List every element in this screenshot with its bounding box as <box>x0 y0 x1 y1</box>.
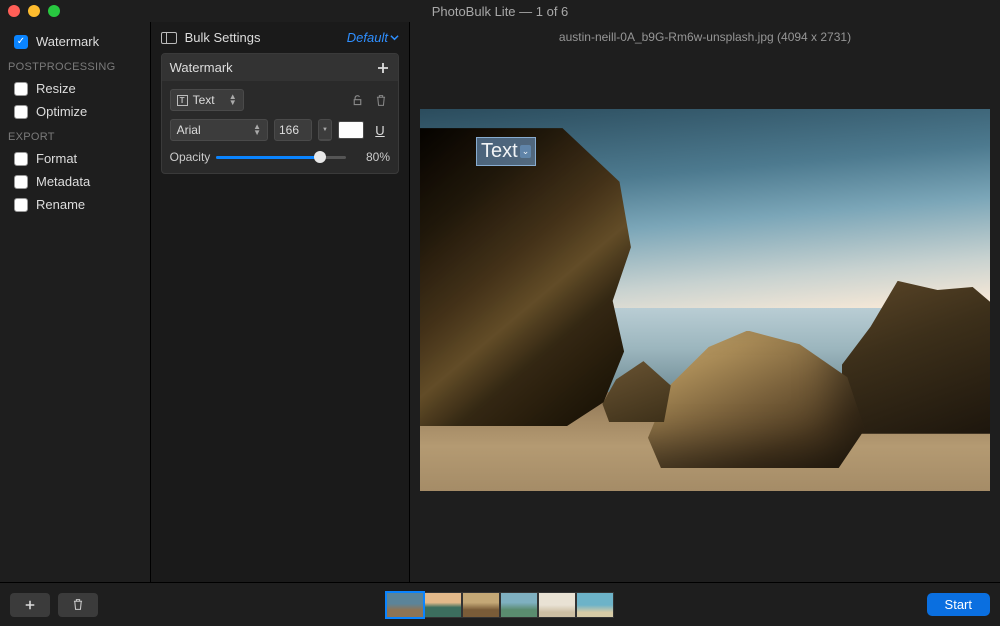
watermark-type-select[interactable]: T Text ▲▼ <box>170 89 244 111</box>
add-watermark-button[interactable] <box>376 61 390 75</box>
font-value: Arial <box>177 123 201 137</box>
checkbox-rename[interactable] <box>14 198 28 212</box>
watermark-text: Text <box>481 140 518 163</box>
lock-button[interactable] <box>348 91 366 109</box>
sidebar-label: Resize <box>36 81 76 96</box>
bottombar: Start <box>0 582 1000 626</box>
sidebar-label: Format <box>36 151 77 166</box>
opacity-slider[interactable] <box>216 149 346 165</box>
sidebar-item-optimize[interactable]: Optimize <box>0 100 150 123</box>
sidebar-item-watermark[interactable]: ✓ Watermark <box>0 30 150 53</box>
remove-images-button[interactable] <box>58 593 98 617</box>
sidebar-label: Watermark <box>36 34 99 49</box>
trash-icon <box>72 598 84 611</box>
sidebar-item-format[interactable]: Format <box>0 147 150 170</box>
thumbnail[interactable] <box>500 592 538 618</box>
titlebar: PhotoBulk Lite — 1 of 6 <box>0 0 1000 22</box>
start-label: Start <box>945 597 972 612</box>
chevron-down-icon: ▼ <box>319 120 331 140</box>
sidebar-item-metadata[interactable]: Metadata <box>0 170 150 193</box>
font-size-input[interactable]: 166 <box>274 119 312 141</box>
checkbox-format[interactable] <box>14 152 28 166</box>
close-window-button[interactable] <box>8 5 20 17</box>
thumbnail[interactable] <box>462 592 500 618</box>
thumbnail-strip <box>386 592 614 618</box>
slider-thumb[interactable] <box>314 151 326 163</box>
sidebar-label: Optimize <box>36 104 87 119</box>
chevron-down-icon <box>390 33 399 42</box>
plus-icon <box>24 599 36 611</box>
fullscreen-window-button[interactable] <box>48 5 60 17</box>
preset-label: Default <box>347 30 388 45</box>
color-swatch[interactable] <box>338 121 364 139</box>
checkbox-watermark[interactable]: ✓ <box>14 35 28 49</box>
preview-canvas[interactable]: Text ⌄ <box>420 109 990 491</box>
sidebar-item-resize[interactable]: Resize <box>0 77 150 100</box>
sidebar-heading-postprocessing: POSTPROCESSING <box>0 53 150 77</box>
delete-watermark-button[interactable] <box>372 91 390 109</box>
bulk-settings-label: Bulk Settings <box>185 30 261 45</box>
sidebar-label: Metadata <box>36 174 90 189</box>
checkbox-optimize[interactable] <box>14 105 28 119</box>
sidebar: ✓ Watermark POSTPROCESSING Resize Optimi… <box>0 22 150 582</box>
opacity-value: 80% <box>352 150 390 164</box>
plus-icon <box>376 61 390 75</box>
settings-pane: Bulk Settings Default Watermark <box>150 22 410 582</box>
font-select[interactable]: Arial ▲▼ <box>170 119 268 141</box>
minimize-window-button[interactable] <box>28 5 40 17</box>
updown-caret-icon: ▲▼ <box>229 94 237 106</box>
chevron-down-icon[interactable]: ⌄ <box>520 145 532 158</box>
thumbnail[interactable] <box>538 592 576 618</box>
add-images-button[interactable] <box>10 593 50 617</box>
font-size-stepper[interactable]: ▼ <box>318 119 332 141</box>
unlock-icon <box>351 94 364 107</box>
watermark-overlay[interactable]: Text ⌄ <box>476 137 536 166</box>
checkbox-resize[interactable] <box>14 82 28 96</box>
type-label: Text <box>193 93 215 107</box>
window-title: PhotoBulk Lite — 1 of 6 <box>0 4 1000 19</box>
preset-dropdown[interactable]: Default <box>347 30 399 45</box>
trash-icon <box>375 94 387 107</box>
start-button[interactable]: Start <box>927 593 990 616</box>
updown-caret-icon: ▲▼ <box>253 124 261 136</box>
opacity-label: Opacity <box>170 150 211 164</box>
watermark-panel: Watermark T Text ▲▼ <box>161 53 399 174</box>
panel-layout-icon <box>161 32 177 44</box>
sidebar-item-rename[interactable]: Rename <box>0 193 150 216</box>
file-name-label: austin-neill-0A_b9G-Rm6w-unsplash.jpg (4… <box>410 22 1000 48</box>
sidebar-heading-export: EXPORT <box>0 123 150 147</box>
watermark-panel-title: Watermark <box>170 60 233 75</box>
checkbox-metadata[interactable] <box>14 175 28 189</box>
text-type-icon: T <box>177 95 188 106</box>
sidebar-label: Rename <box>36 197 85 212</box>
thumbnail[interactable] <box>576 592 614 618</box>
thumbnail[interactable] <box>386 592 424 618</box>
preview-pane: austin-neill-0A_b9G-Rm6w-unsplash.jpg (4… <box>410 22 1000 582</box>
thumbnail[interactable] <box>424 592 462 618</box>
underline-button[interactable]: U <box>370 120 390 140</box>
